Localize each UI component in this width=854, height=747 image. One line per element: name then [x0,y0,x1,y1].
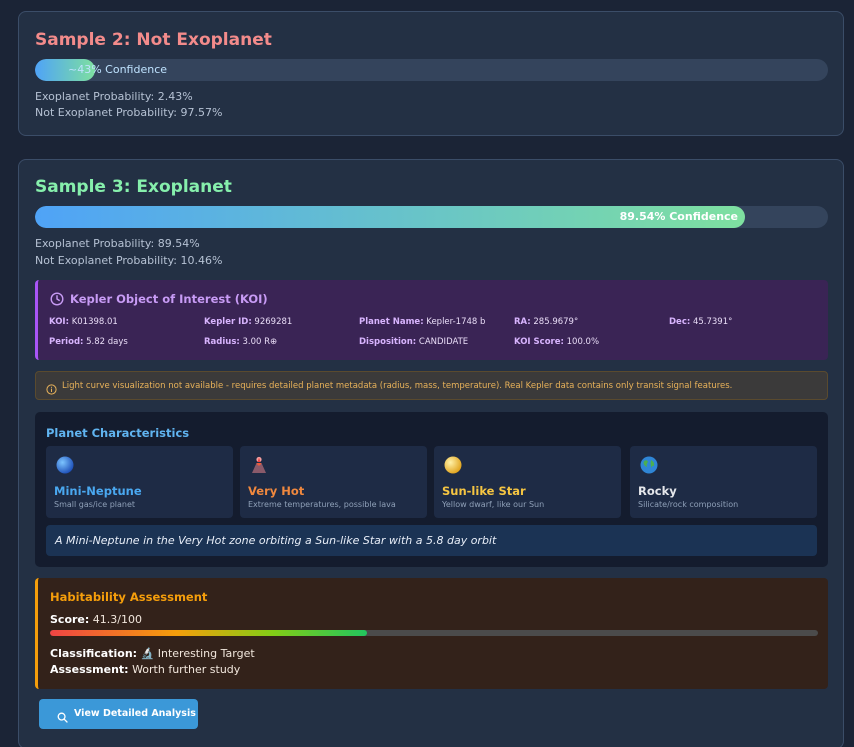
volcano-icon [250,456,268,474]
info-icon [46,380,57,399]
habitability-panel: Habitability Assessment Score: 41.3/100 … [35,578,828,689]
sample-3-exoplanet-probability: Exoplanet Probability: 89.54% [35,237,200,250]
koi-field-radius: Radius: 3.00 R⊕ [204,337,278,347]
sample-2-confidence-label: ~43% Confidence [68,63,168,76]
planet-characteristics-title: Planet Characteristics [46,426,190,440]
sample-2-exoplanet-probability: Exoplanet Probability: 2.43% [35,90,193,103]
characteristic-size-name: Mini-Neptune [54,484,142,498]
sample-3-confidence-bar: 89.54% Confidence [35,206,828,228]
characteristic-composition-name: Rocky [638,484,677,498]
koi-field-planet-name: Planet Name: Kepler-1748 b [359,317,486,327]
koi-panel: Kepler Object of Interest (KOI) KOI: K01… [35,280,828,360]
sample-2-card: Sample 2: Not Exoplanet ~43% Confidence … [18,11,844,136]
sample-3-not-exoplanet-probability: Not Exoplanet Probability: 10.46% [35,254,223,267]
characteristic-star-type-desc: Yellow dwarf, like our Sun [442,500,545,509]
koi-field-koi: KOI: K01398.01 [49,317,118,327]
search-icon [57,708,68,727]
characteristic-composition: Rocky Silicate/rock composition [630,446,817,518]
sample-2-not-exoplanet-probability: Not Exoplanet Probability: 97.57% [35,106,223,119]
habitability-title: Habitability Assessment [50,590,208,604]
blue-planet-icon [56,456,74,474]
characteristic-star-type: Sun-like Star Yellow dwarf, like our Sun [434,446,621,518]
characteristic-composition-desc: Silicate/rock composition [638,500,739,509]
koi-field-period: Period: 5.82 days [49,337,128,347]
view-detailed-analysis-button[interactable]: View Detailed Analysis [39,699,198,729]
koi-field-ra: RA: 285.9679° [514,317,579,327]
koi-field-disposition: Disposition: CANDIDATE [359,337,469,347]
characteristic-temperature: Very Hot Extreme temperatures, possible … [240,446,427,518]
koi-title: Kepler Object of Interest (KOI) [70,292,268,306]
characteristic-size-desc: Small gas/ice planet [54,500,136,509]
view-detailed-analysis-label: View Detailed Analysis [74,708,196,719]
earth-globe-icon [640,456,658,474]
planet-characteristics-panel: Planet Characteristics Mini-Neptune Smal… [35,412,828,567]
habitability-score-fill [50,630,368,636]
sample-3-confidence-label: 89.54% Confidence [619,210,738,223]
sample-2-title: Sample 2: Not Exoplanet [35,30,272,50]
light-curve-warning: Light curve visualization not available … [35,371,828,400]
sample-2-confidence-bar: ~43% Confidence [35,59,828,81]
characteristic-size: Mini-Neptune Small gas/ice planet [46,446,233,518]
warning-text: Light curve visualization not available … [62,381,733,391]
characteristic-star-type-name: Sun-like Star [442,484,526,498]
sample-3-title: Sample 3: Exoplanet [35,177,232,197]
habitability-classification: Classification: 🔬 Interesting Target [50,647,255,660]
clock-icon [50,291,64,310]
habitability-assessment: Assessment: Worth further study [50,663,241,676]
sample-3-card: Sample 3: Exoplanet 89.54% Confidence Ex… [18,159,844,747]
koi-field-dec: Dec: 45.7391° [669,317,733,327]
habitability-score: Score: 41.3/100 [50,613,142,626]
koi-field-kepler-id: Kepler ID: 9269281 [204,317,293,327]
characteristic-temperature-desc: Extreme temperatures, possible lava [248,500,396,509]
sun-icon [444,456,462,474]
characteristics-summary-text: A Mini-Neptune in the Very Hot zone orbi… [55,534,497,547]
koi-field-koi-score: KOI Score: 100.0% [514,337,600,347]
characteristic-temperature-name: Very Hot [248,484,305,498]
habitability-score-bar [50,630,818,636]
characteristics-summary: A Mini-Neptune in the Very Hot zone orbi… [46,525,817,556]
